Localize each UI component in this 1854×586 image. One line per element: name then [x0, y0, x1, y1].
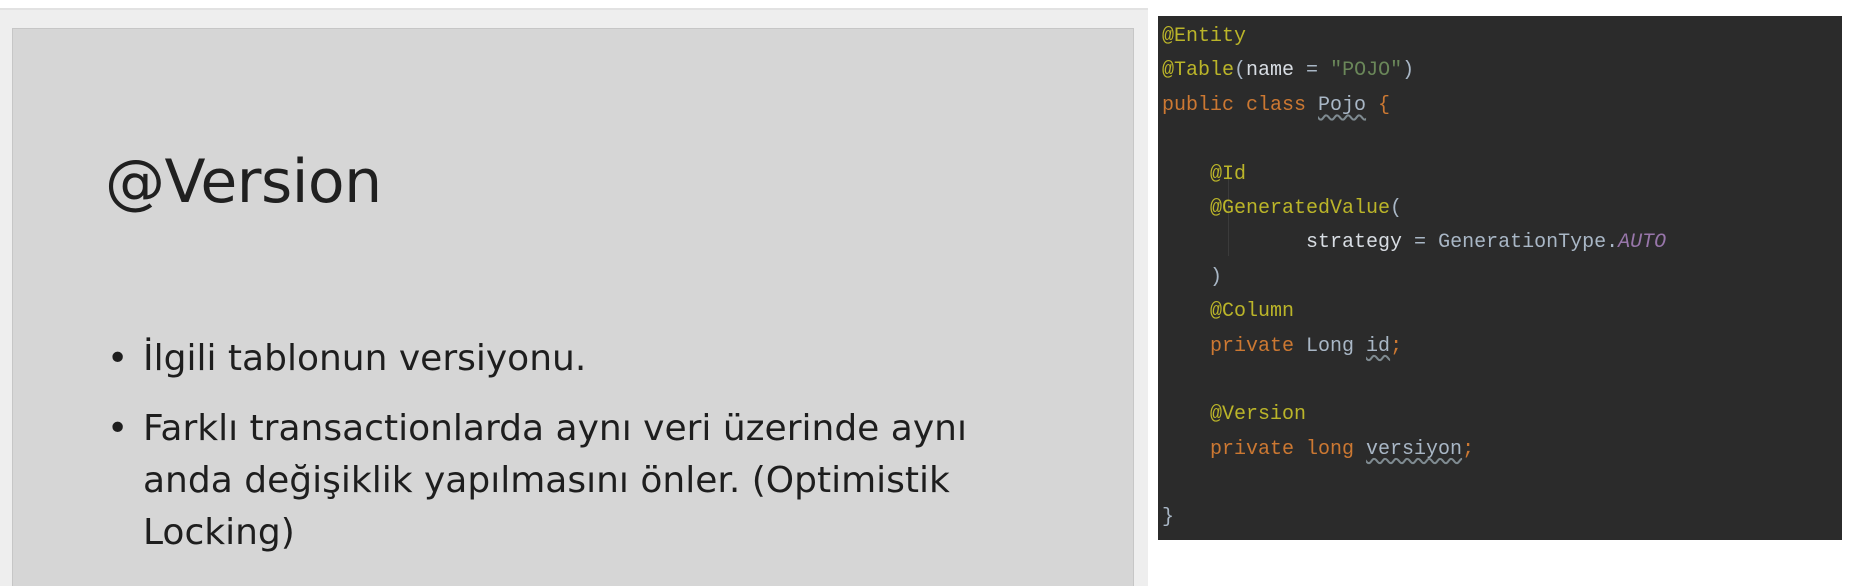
operator-token: = [1402, 231, 1439, 255]
annotation-token: @Version [1210, 403, 1307, 427]
bullet-list: • İlgili tablonun versiyonu. • Farklı tr… [105, 333, 1045, 577]
type-token: Long [1306, 334, 1367, 358]
paren-token: ( [1234, 59, 1247, 83]
code-line: @Id [1158, 158, 1842, 192]
code-editor[interactable]: @Entity @Table(name = "POJO") public cla… [1158, 16, 1842, 540]
slide-title: @Version [105, 147, 382, 217]
bullet-text: İlgili tablonun versiyonu. [143, 338, 587, 379]
constant-token: AUTO [1618, 231, 1667, 255]
code-line: public class Pojo { [1158, 89, 1842, 123]
field-name-token: versiyon [1366, 437, 1463, 461]
code-line: @Column [1158, 295, 1842, 329]
bullet-text: Farklı transactionlarda aynı veri üzerin… [143, 408, 967, 553]
code-line: @Table(name = "POJO") [1158, 54, 1842, 88]
param-token: strategy [1306, 231, 1403, 255]
annotation-token: @Column [1210, 300, 1295, 324]
keyword-token: public class [1162, 93, 1319, 117]
string-token: "POJO" [1330, 59, 1403, 83]
slide: @Version • İlgili tablonun versiyonu. • … [12, 28, 1134, 586]
annotation-token: @Entity [1162, 25, 1247, 48]
field-name-token: id [1366, 334, 1391, 358]
semicolon-token: ; [1390, 334, 1403, 358]
bullet-dot-icon: • [107, 338, 129, 379]
semicolon-token: ; [1462, 437, 1475, 461]
code-line: private Long id; [1158, 330, 1842, 364]
slide-panel: @Version • İlgili tablonun versiyonu. • … [0, 8, 1148, 586]
code-line: ) [1158, 261, 1842, 295]
brace-token: { [1366, 93, 1391, 117]
code-line: } [1158, 501, 1842, 535]
keyword-token: private long [1210, 437, 1367, 461]
annotation-token: @GeneratedValue [1210, 196, 1391, 220]
type-token: GenerationType. [1438, 231, 1619, 255]
annotation-token: @Table [1162, 59, 1235, 83]
operator-token: = [1294, 59, 1331, 83]
bullet-item: • Farklı transactionlarda aynı veri üzer… [105, 403, 1045, 559]
annotation-token: @Id [1210, 162, 1247, 186]
paren-token: ) [1210, 265, 1223, 289]
bullet-item: • İlgili tablonun versiyonu. [105, 333, 1045, 385]
paren-token: ( [1390, 196, 1403, 220]
paren-token: ) [1402, 59, 1415, 83]
code-line: @Version [1158, 398, 1842, 432]
code-line: @Entity [1158, 20, 1842, 54]
code-line: private long versiyon; [1158, 433, 1842, 467]
class-name-token: Pojo [1318, 93, 1367, 117]
bullet-dot-icon: • [107, 408, 129, 449]
code-line: @GeneratedValue( [1158, 192, 1842, 226]
brace-token: } [1162, 506, 1175, 530]
code-line: strategy = GenerationType.AUTO [1158, 226, 1842, 260]
keyword-token: private [1210, 334, 1307, 358]
param-token: name [1246, 59, 1295, 83]
screen: @Version • İlgili tablonun versiyonu. • … [0, 0, 1854, 586]
